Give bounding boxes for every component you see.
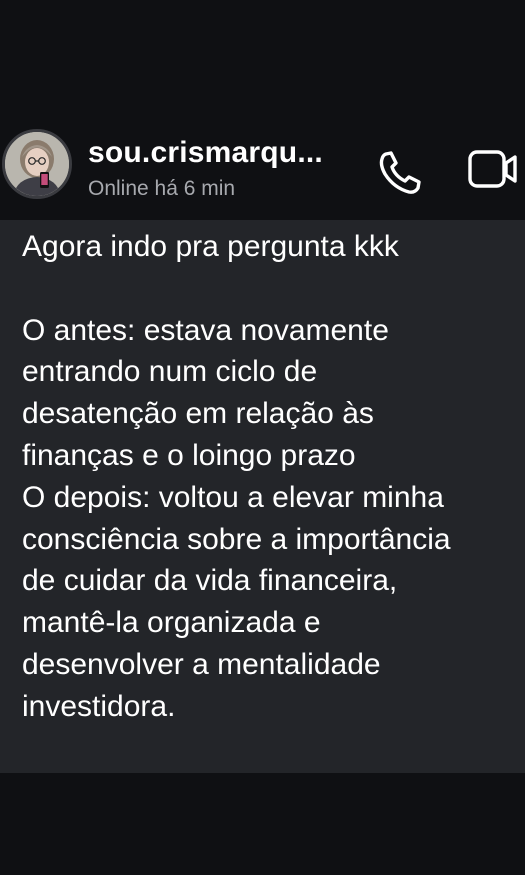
- message-line: desatenção em relação às: [22, 397, 374, 431]
- message-line: Agora indo pra pergunta kkk: [22, 230, 399, 263]
- contact-status: Online há 6 min: [88, 177, 236, 200]
- message-line: O depois: voltou a elevar minha: [22, 480, 444, 514]
- message-bubble[interactable]: Agora indo pra pergunta kkk O antes: est…: [0, 220, 525, 773]
- message-line: consciência sobre a importância: [22, 522, 451, 556]
- video-call-button[interactable]: [466, 146, 520, 192]
- contact-name[interactable]: sou.crismarqu...: [88, 136, 323, 170]
- message-line: de cuidar da vida financeira,: [22, 564, 398, 598]
- message-line: O antes: estava novamente: [22, 313, 389, 347]
- message-line: mantê-la organizada e: [22, 606, 321, 640]
- chat-header: sou.crismarqu... Online há 6 min: [0, 120, 525, 220]
- contact-avatar[interactable]: [2, 129, 72, 199]
- message-line: entrando num ciclo de: [22, 355, 318, 389]
- message-line: finanças e o loingo prazo: [22, 438, 356, 472]
- message-line: investidora.: [22, 689, 176, 723]
- message-line: desenvolver a mentalidade: [22, 647, 381, 681]
- message-text: Agora indo pra pergunta kkk O antes: est…: [22, 226, 522, 728]
- video-camera-icon: [468, 150, 517, 188]
- avatar-photo: [5, 132, 69, 196]
- phone-icon: [379, 151, 421, 194]
- voice-call-button[interactable]: [374, 148, 424, 198]
